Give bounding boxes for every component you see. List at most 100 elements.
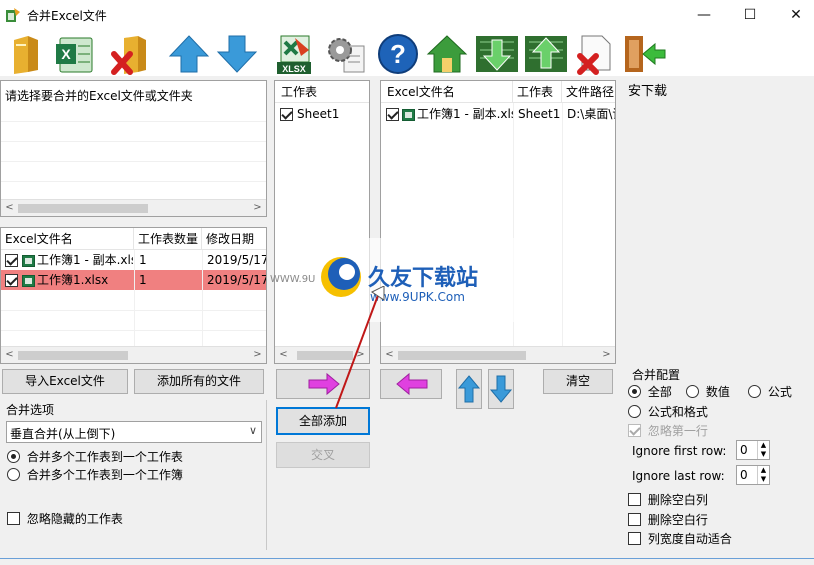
autofit-columns-option[interactable]: 列宽度自动适合 [628,530,732,547]
export-xlsx-icon[interactable]: XLSX [271,32,317,76]
column-header-filename[interactable]: Excel文件名 [381,81,513,103]
merge-mode-select[interactable]: 垂直合并(从上倒下) ∨ [6,421,262,443]
ignore-first-row-stepper[interactable]: 0 ▲ ▼ [736,440,770,460]
delete-empty-columns-option[interactable]: 删除空白列 [628,491,708,508]
row-checkbox[interactable] [386,108,399,121]
move-item-down-button[interactable] [488,369,514,409]
home-icon[interactable] [424,32,470,76]
column-header-modified[interactable]: 修改日期 [202,228,266,250]
ignore-last-row-stepper[interactable]: 0 ▲ ▼ [736,465,770,485]
scroll-thumb[interactable] [18,351,128,360]
row-checkbox[interactable] [5,274,18,287]
exit-icon[interactable] [621,32,667,76]
add-all-files-button[interactable]: 添加所有的文件 [134,369,264,394]
settings-icon[interactable] [322,32,368,76]
right-panel-text: 安下载 [628,84,668,99]
file-source-panel[interactable]: 请选择要合并的Excel文件或文件夹 < > [0,80,267,217]
column-header-sheet-count[interactable]: 工作表数量 [134,228,202,250]
option-formula-format[interactable]: 公式和格式 [628,403,708,420]
stepper-down-icon[interactable]: ▼ [757,450,769,459]
scroll-thumb[interactable] [18,204,148,213]
radio-button[interactable] [628,385,641,398]
scroll-left-icon[interactable]: < [1,347,18,364]
merge-options-title: 合并选项 [6,403,55,417]
scroll-left-icon[interactable]: < [1,200,18,217]
import-green-icon[interactable] [474,32,520,76]
cross-button[interactable]: 交叉 [276,442,370,468]
radio-button[interactable] [7,450,20,463]
import-excel-button[interactable]: 导入Excel文件 [2,369,128,394]
file-list-panel[interactable]: Excel文件名 工作表数量 修改日期 工作簿1 - 副本.xlsx 1 201… [0,227,267,364]
add-all-button[interactable]: 全部添加 [276,407,370,435]
horizontal-scrollbar[interactable]: < > [381,346,615,363]
window-title: 合并Excel文件 [27,9,107,23]
radio-button[interactable] [628,405,641,418]
scroll-right-icon[interactable]: > [598,347,615,364]
remove-folder-icon[interactable] [108,32,154,76]
help-icon[interactable]: ? [375,32,421,76]
move-item-up-button[interactable] [456,369,482,409]
stepper-up-icon[interactable]: ▲ [757,441,769,450]
close-button[interactable]: ✕ [773,0,814,30]
chevron-down-icon: ∨ [248,424,257,437]
move-up-icon[interactable] [166,32,212,76]
excel-file-icon[interactable]: X [52,32,98,76]
file-list-header: Excel文件名 工作表数量 修改日期 [1,228,266,250]
radio-merge-to-workbook[interactable]: 合并多个工作表到一个工作簿 [7,466,183,483]
radio-button[interactable] [748,385,761,398]
list-item[interactable]: Sheet1 [275,104,369,124]
checkbox[interactable] [628,532,641,545]
column-header-filename[interactable]: Excel文件名 [1,228,134,250]
checkbox[interactable] [7,512,20,525]
maximize-button[interactable]: ☐ [727,0,773,30]
scroll-right-icon[interactable]: > [249,347,266,364]
sheet-checkbox[interactable] [280,108,293,121]
horizontal-scrollbar[interactable]: < > [1,199,266,216]
delete-empty-rows-option[interactable]: 删除空白行 [628,511,708,528]
ignore-hidden-sheets-option[interactable]: 忽略隐藏的工作表 [7,510,123,527]
horizontal-scrollbar[interactable]: < > [1,346,266,363]
radio-button[interactable] [7,468,20,481]
radio-merge-to-sheet[interactable]: 合并多个工作表到一个工作表 [7,448,183,465]
scroll-right-icon[interactable]: > [249,200,266,217]
scroll-thumb[interactable] [398,351,526,360]
column-header-path[interactable]: 文件路径 [562,81,615,103]
option-formula[interactable]: 公式 [748,383,792,400]
sheet-list-panel[interactable]: 工作表 Sheet1 < > [274,80,370,364]
option-value[interactable]: 数值 [686,383,730,400]
radio-button[interactable] [686,385,699,398]
ignore-first-row-option[interactable]: 忽略第一行 [628,422,708,439]
merge-list-panel[interactable]: Excel文件名 工作表 文件路径 工作簿1 - 副本.xlsx Sheet1 … [380,80,616,364]
delete-file-icon[interactable] [572,32,618,76]
checkbox[interactable] [628,513,641,526]
svg-text:?: ? [390,39,406,69]
move-down-icon[interactable] [214,32,260,76]
scroll-left-icon[interactable]: < [381,347,398,364]
checkbox[interactable] [628,493,641,506]
ignore-last-row-label: Ignore last row: [632,469,725,483]
file-name: 工作簿1 - 副本.xlsx [37,253,133,267]
remove-selected-button[interactable] [380,369,442,399]
column-header-sheet[interactable]: 工作表 [513,81,562,103]
checkbox[interactable] [628,424,641,437]
clear-button[interactable]: 清空 [543,369,613,394]
arrow-down-icon [489,375,513,403]
scroll-right-icon[interactable]: > [352,347,369,364]
checkbox-label: 忽略隐藏的工作表 [26,512,123,526]
stepper-up-icon[interactable]: ▲ [757,466,769,475]
radio-label: 合并多个工作表到一个工作表 [26,450,183,464]
column-header-sheet[interactable]: 工作表 [275,81,369,103]
minimize-button[interactable]: — [681,0,727,30]
horizontal-scrollbar[interactable]: < > [275,346,369,363]
bottom-edge [0,558,814,559]
scroll-thumb[interactable] [297,351,353,360]
row-checkbox[interactable] [5,254,18,267]
upload-green-icon[interactable] [523,32,569,76]
stepper-down-icon[interactable]: ▼ [757,475,769,484]
table-row[interactable]: 工作簿1 - 副本.xlsx Sheet1 D:\桌面\详 [381,104,615,124]
option-all[interactable]: 全部 [628,383,672,400]
open-folder-icon[interactable] [4,32,50,76]
radio-label: 公式 [767,385,792,399]
scroll-left-icon[interactable]: < [275,347,292,364]
add-selected-button[interactable] [276,369,370,399]
